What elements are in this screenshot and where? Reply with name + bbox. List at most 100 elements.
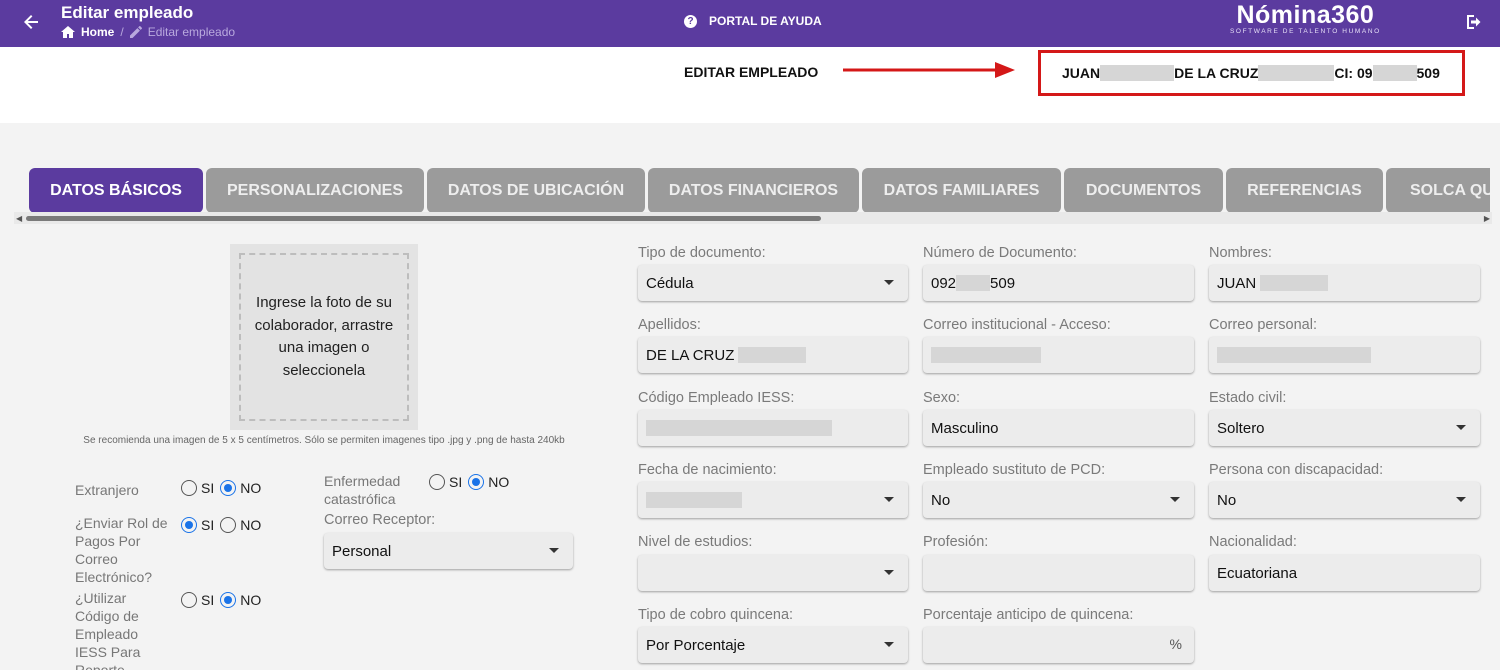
tab-datos-financieros[interactable]: DATOS FINANCIEROS: [648, 168, 859, 213]
help-portal-label: PORTAL DE AYUDA: [709, 14, 822, 28]
radio-no-label: NO: [240, 592, 262, 608]
discapacidad-label: Persona con discapacidad:: [1209, 462, 1384, 478]
tab-solca-quincena[interactable]: SOLCA QUINCENA: [1386, 168, 1490, 213]
employee-ci-prefix: CI: 09: [1334, 65, 1373, 81]
scrollbar-thumb[interactable]: [26, 216, 821, 221]
redacted-block: [646, 492, 742, 508]
nombres-input[interactable]: JUAN: [1209, 265, 1480, 301]
extranjero-no-radio[interactable]: [220, 480, 237, 496]
redacted-block: [1100, 65, 1175, 81]
edit-employee-label: EDITAR EMPLEADO: [684, 64, 819, 80]
employee-identity-box: JUAN DE LA CRUZ CI: 09 509: [1038, 50, 1465, 96]
sexo-value: Masculino: [931, 419, 999, 437]
pencil-icon: [129, 26, 142, 38]
fecha-nacimiento-select[interactable]: [638, 482, 908, 518]
tipo-cobro-value: Por Porcentaje: [646, 636, 746, 654]
tipo-documento-select[interactable]: Cédula: [638, 265, 908, 301]
numero-documento-prefix: 092: [931, 274, 957, 292]
correo-receptor-label: Correo Receptor:: [324, 512, 436, 528]
estado-civil-select[interactable]: Soltero: [1209, 410, 1480, 446]
porcentaje-anticipo-input[interactable]: %: [923, 627, 1194, 663]
extranjero-radio-group: SI NO: [181, 480, 267, 496]
brand-logo: Nómina360 SOFTWARE DE TALENTO HUMANO: [1230, 1, 1381, 35]
logout-icon[interactable]: [1465, 13, 1485, 33]
tipo-cobro-select[interactable]: Por Porcentaje: [638, 627, 908, 663]
help-portal-link[interactable]: ? PORTAL DE AYUDA: [684, 14, 822, 28]
nacionalidad-input[interactable]: Ecuatoriana: [1209, 555, 1480, 591]
discapacidad-select[interactable]: No: [1209, 482, 1480, 518]
apellidos-label: Apellidos:: [638, 317, 701, 333]
home-icon: [61, 26, 75, 38]
correo-receptor-value: Personal: [332, 542, 392, 560]
enfermedad-no-radio[interactable]: [468, 474, 485, 490]
caret-down-icon: [884, 497, 894, 502]
photo-dropzone[interactable]: Ingrese la foto de su colaborador, arras…: [230, 244, 418, 430]
photo-hint: Se recomienda una imagen de 5 x 5 centím…: [83, 435, 565, 446]
page-title: Editar empleado: [61, 3, 194, 22]
employee-first-name: JUAN: [1062, 65, 1101, 81]
caret-down-icon: [884, 570, 894, 575]
enfermedad-si-radio[interactable]: [429, 474, 445, 490]
apellidos-value: DE LA CRUZ: [646, 346, 735, 364]
correo-institucional-input[interactable]: [923, 337, 1194, 373]
sustituto-pcd-select[interactable]: No: [923, 482, 1194, 518]
logo-main-text: Nómina360: [1236, 1, 1375, 29]
nivel-estudios-select[interactable]: [638, 555, 908, 591]
tabs-scrollbar[interactable]: ◀ ▶: [14, 212, 1492, 224]
tab-bar: DATOS BÁSICOS PERSONALIZACIONES DATOS DE…: [29, 168, 1490, 213]
tab-referencias[interactable]: REFERENCIAS: [1226, 168, 1383, 213]
top-bar: Editar empleado Home / Editar empleado ?…: [0, 0, 1500, 47]
codigo-iess-input[interactable]: [638, 410, 908, 446]
tab-documentos[interactable]: DOCUMENTOS: [1064, 168, 1223, 213]
profesion-label: Profesión:: [923, 534, 989, 550]
numero-documento-label: Número de Documento:: [923, 245, 1077, 261]
profesion-input[interactable]: [923, 555, 1194, 591]
tab-personalizaciones[interactable]: PERSONALIZACIONES: [206, 168, 424, 213]
correo-receptor-select[interactable]: Personal: [324, 533, 573, 569]
percent-suffix: %: [1169, 636, 1182, 652]
tab-datos-ubicacion[interactable]: DATOS DE UBICACIÓN: [427, 168, 645, 213]
scroll-right-icon[interactable]: ▶: [1484, 214, 1490, 223]
scroll-left-icon[interactable]: ◀: [16, 214, 22, 223]
back-arrow-icon[interactable]: [20, 11, 42, 33]
extranjero-si-radio[interactable]: [181, 480, 197, 496]
utilizar-codigo-no-radio[interactable]: [220, 592, 237, 608]
breadcrumb-home[interactable]: Home: [61, 25, 114, 39]
radio-no-label: NO: [240, 480, 262, 496]
nivel-estudios-label: Nivel de estudios:: [638, 534, 753, 550]
photo-dropzone-text: Ingrese la foto de su colaborador, arras…: [239, 253, 409, 421]
enviar-rol-si-radio[interactable]: [181, 517, 197, 533]
tab-datos-basicos[interactable]: DATOS BÁSICOS: [29, 168, 203, 213]
breadcrumb-current-label: Editar empleado: [147, 25, 236, 39]
apellidos-input[interactable]: DE LA CRUZ: [638, 337, 908, 373]
redacted-block: [1260, 275, 1329, 291]
enfermedad-label: Enfermedad catastrófica: [324, 473, 401, 507]
breadcrumb: Home / Editar empleado: [61, 25, 235, 39]
utilizar-codigo-label: ¿Utilizar Código de Empleado IESS Para R…: [75, 590, 141, 670]
sexo-label: Sexo:: [923, 390, 961, 406]
correo-personal-input[interactable]: [1209, 337, 1480, 373]
tipo-cobro-label: Tipo de cobro quincena:: [638, 607, 794, 623]
red-arrow-icon: [843, 62, 1015, 78]
sexo-input[interactable]: Masculino: [923, 410, 1194, 446]
utilizar-codigo-radio-group: SI NO: [181, 592, 267, 608]
radio-si-label: SI: [201, 517, 215, 533]
numero-documento-input[interactable]: 092 509: [923, 265, 1194, 301]
tab-datos-familiares[interactable]: DATOS FAMILIARES: [862, 168, 1061, 213]
enfermedad-radio-group: SI NO: [429, 474, 515, 490]
tipo-documento-label: Tipo de documento:: [638, 245, 766, 261]
numero-documento-suffix: 509: [990, 274, 1016, 292]
correo-institucional-label: Correo institucional - Acceso:: [923, 317, 1111, 333]
utilizar-codigo-si-radio[interactable]: [181, 592, 197, 608]
estado-civil-label: Estado civil:: [1209, 390, 1287, 406]
caret-down-icon: [549, 548, 559, 553]
radio-no-label: NO: [488, 474, 510, 490]
correo-personal-label: Correo personal:: [1209, 317, 1317, 333]
redacted-block: [931, 347, 1041, 363]
enviar-rol-label: ¿Enviar Rol de Pagos Por Correo Electrón…: [75, 515, 168, 585]
estado-civil-value: Soltero: [1217, 419, 1265, 437]
enviar-rol-no-radio[interactable]: [220, 517, 237, 533]
nacionalidad-value: Ecuatoriana: [1217, 564, 1298, 582]
fecha-nacimiento-label: Fecha de nacimiento:: [638, 462, 777, 478]
nombres-value: JUAN: [1217, 274, 1257, 292]
